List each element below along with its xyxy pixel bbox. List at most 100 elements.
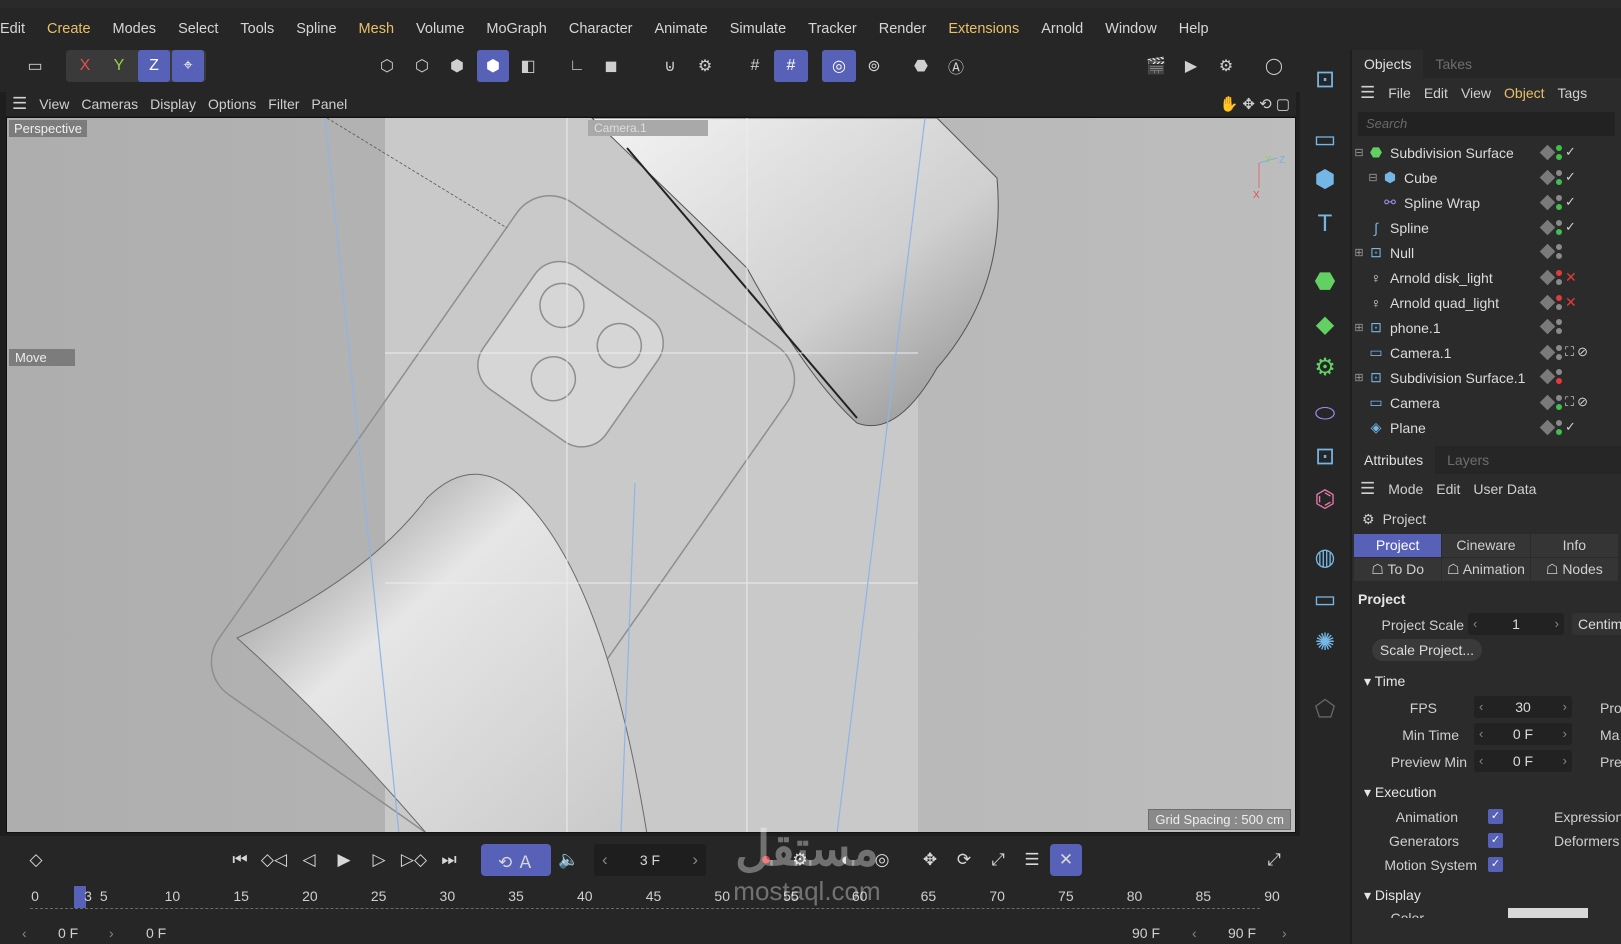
viewport-mode-label[interactable]: Perspective xyxy=(9,120,87,137)
next-key-icon[interactable]: ▷◇ xyxy=(398,844,430,876)
viewport[interactable]: X Y Z Perspective Camera.1 Move Grid Spa… xyxy=(6,117,1296,833)
soft-selection-icon[interactable]: ◎ xyxy=(822,50,856,82)
previous-key-icon[interactable]: ◇◁ xyxy=(258,844,290,876)
object-row[interactable]: ∫ Spline ✓ xyxy=(1352,215,1621,240)
color-swatch[interactable] xyxy=(1508,908,1588,918)
start-decrement-icon[interactable]: ‹ xyxy=(22,925,27,941)
effector-icon[interactable]: ⌬ xyxy=(1306,480,1344,518)
world-coordinates-icon[interactable]: ⌖ xyxy=(172,50,204,82)
move-tool-label[interactable]: Move xyxy=(9,349,75,366)
menu-mograph[interactable]: MoGraph xyxy=(486,21,556,37)
viewport-menu-icon[interactable]: ☰ xyxy=(12,94,27,114)
field-icon[interactable]: ⊡ xyxy=(1306,437,1344,475)
project-scale-unit[interactable]: Centim xyxy=(1572,613,1621,635)
viewport-nav-icons[interactable]: ✋ ✥ ⟲ ▢ xyxy=(1220,95,1291,113)
go-to-end-icon[interactable]: ⏭ xyxy=(433,844,465,876)
menu-spline[interactable]: Spline xyxy=(296,21,346,37)
frame-decrement-icon[interactable]: ‹ xyxy=(602,850,608,870)
preview-min-field[interactable]: ‹ 0 F › xyxy=(1474,750,1572,772)
key-parameter-icon[interactable]: ☰ xyxy=(1016,844,1048,876)
start-field[interactable]: 0 F xyxy=(58,925,78,941)
null-object-icon[interactable]: ⊡ xyxy=(1306,60,1344,98)
objects-hamburger-icon[interactable]: ☰ xyxy=(1360,83,1375,103)
object-row[interactable]: ▭ Camera ⛶ ⊘ xyxy=(1352,390,1621,415)
section-display[interactable]: ▾ Display xyxy=(1352,887,1621,904)
objects-menu-tags[interactable]: Tags xyxy=(1558,85,1588,101)
sound-icon[interactable]: 🔈 xyxy=(553,844,585,876)
model-mode-icon[interactable]: ⬢ xyxy=(477,50,509,82)
go-to-start-icon[interactable]: ⏮ xyxy=(224,844,256,876)
play-icon[interactable]: ▶ xyxy=(328,844,360,876)
render-picture-viewer-icon[interactable]: ▶ xyxy=(1175,50,1207,82)
menu-arnold[interactable]: Arnold xyxy=(1041,21,1093,37)
previous-frame-icon[interactable]: ◁ xyxy=(293,844,325,876)
cube-icon[interactable]: ⬢ xyxy=(1306,160,1344,198)
tab-todo[interactable]: ☖ To Do xyxy=(1354,558,1442,581)
y-axis-button[interactable]: Y xyxy=(104,50,134,82)
timeline-expand-icon[interactable]: ⤢ xyxy=(1258,844,1290,876)
render-view-icon[interactable]: 🎬 xyxy=(1140,50,1172,82)
object-row[interactable]: ⚯ Spline Wrap ✓ xyxy=(1352,190,1621,215)
viewport-menu-options[interactable]: Options xyxy=(208,96,256,112)
object-row[interactable]: ⊟ ⬢ Cube ✓ xyxy=(1352,165,1621,190)
expand-icon[interactable]: ⊞ xyxy=(1352,246,1366,259)
object-row[interactable]: ⊟ ⬣ Subdivision Surface ✓ xyxy=(1352,140,1621,165)
object-row[interactable]: ▭ Camera.1 ⛶ ⊘ xyxy=(1352,340,1621,365)
snap-icon[interactable]: ⊍ xyxy=(655,50,685,82)
light-icon[interactable]: ✺ xyxy=(1306,623,1344,661)
min-time-field[interactable]: ‹ 0 F › xyxy=(1474,723,1572,745)
viewport-menu-filter[interactable]: Filter xyxy=(268,96,299,112)
fps-field[interactable]: ‹ 30 › xyxy=(1474,696,1572,718)
tab-cineware[interactable]: Cineware xyxy=(1442,534,1530,557)
menu-mesh[interactable]: Mesh xyxy=(359,21,404,37)
collapse-icon[interactable]: ⊟ xyxy=(1352,146,1366,159)
menu-simulate[interactable]: Simulate xyxy=(730,21,796,37)
section-execution[interactable]: ▾ Execution xyxy=(1352,784,1621,801)
scale-project-button[interactable]: Scale Project... xyxy=(1372,639,1482,661)
frame-increment-icon[interactable]: › xyxy=(692,850,698,870)
menu-edit[interactable]: Edit xyxy=(0,21,35,37)
expand-icon[interactable]: ⊞ xyxy=(1352,321,1366,334)
objects-menu-object[interactable]: Object xyxy=(1504,85,1544,101)
object-row[interactable]: ⊞ ⊡ Null xyxy=(1352,240,1621,265)
axis-mode-icon[interactable]: ∟ xyxy=(562,50,592,82)
deformer-icon[interactable]: ⬭ xyxy=(1306,395,1344,433)
text-icon[interactable]: T xyxy=(1306,205,1344,243)
viewport-menu-view[interactable]: View xyxy=(39,96,69,112)
menu-tracker[interactable]: Tracker xyxy=(808,21,867,37)
workplane-icon[interactable]: # xyxy=(774,50,808,82)
menu-volume[interactable]: Volume xyxy=(416,21,474,37)
project-scale-field[interactable]: ‹ 1 › xyxy=(1468,613,1564,635)
attributes-menu-user-data[interactable]: User Data xyxy=(1473,481,1536,497)
menu-select[interactable]: Select xyxy=(178,21,228,37)
redshift-icon[interactable]: ◯ xyxy=(1258,50,1290,82)
viewport-menu-display[interactable]: Display xyxy=(150,96,196,112)
attributes-menu-edit[interactable]: Edit xyxy=(1436,481,1460,497)
arnold-icon[interactable]: ⬣ xyxy=(905,50,937,82)
menu-animate[interactable]: Animate xyxy=(655,21,718,37)
keyframe-icon[interactable]: ◇ xyxy=(20,844,52,876)
polygons-mode-icon[interactable]: ⬢ xyxy=(442,50,472,82)
objects-search-input[interactable]: Search xyxy=(1358,112,1615,136)
tab-animation[interactable]: ☖ Animation xyxy=(1442,558,1530,581)
range-start[interactable]: 0 F xyxy=(146,925,166,941)
tag-icon[interactable]: ⬠ xyxy=(1306,690,1344,728)
objects-menu-edit[interactable]: Edit xyxy=(1424,85,1448,101)
generator-gear-icon[interactable]: ⚙ xyxy=(1306,348,1344,386)
section-time[interactable]: ▾ Time xyxy=(1352,673,1621,690)
object-row[interactable]: ♀ Arnold disk_light ✕ xyxy=(1352,265,1621,290)
attributes-hamburger-icon[interactable]: ☰ xyxy=(1360,479,1375,499)
camera-label[interactable]: Camera.1 xyxy=(588,120,708,136)
next-frame-icon[interactable]: ▷ xyxy=(363,844,395,876)
tab-nodes[interactable]: ☖ Nodes xyxy=(1530,558,1618,581)
tab-takes[interactable]: Takes xyxy=(1423,56,1484,72)
environment-icon[interactable]: ◍ xyxy=(1306,538,1344,576)
menu-modes[interactable]: Modes xyxy=(113,21,167,37)
object-row[interactable]: ♀ Arnold quad_light ✕ xyxy=(1352,290,1621,315)
menu-window[interactable]: Window xyxy=(1105,21,1167,37)
subdivision-icon[interactable]: ⬣ xyxy=(1306,262,1344,300)
z-axis-button[interactable]: Z xyxy=(138,50,170,82)
viewport-menu-panel[interactable]: Panel xyxy=(311,96,347,112)
arnold-render-icon[interactable]: Ⓐ xyxy=(940,50,972,82)
cloner-icon[interactable]: ◆ xyxy=(1306,305,1344,343)
